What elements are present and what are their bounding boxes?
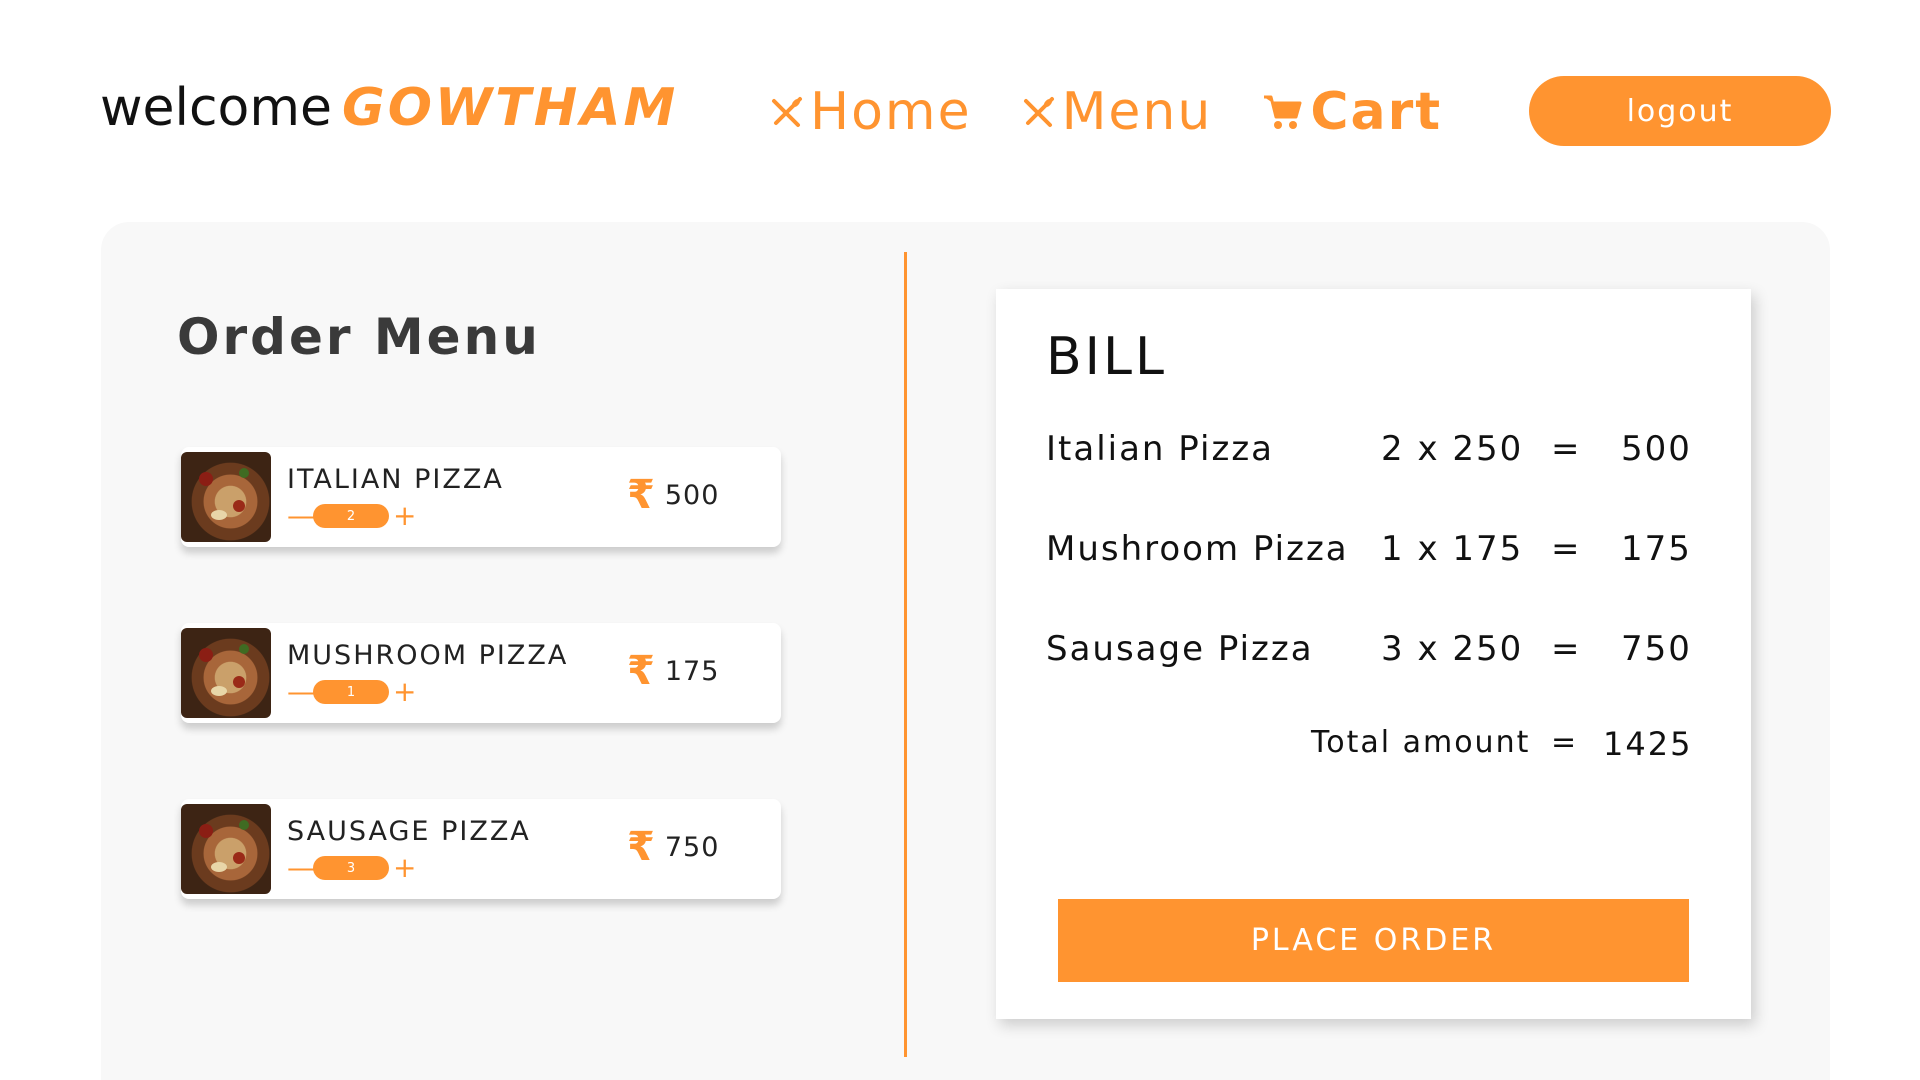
bill-total-row: Total amount = 1425 — [1046, 725, 1690, 775]
increase-quantity-button[interactable]: + — [393, 678, 416, 706]
bill-item-name: Italian Pizza — [1046, 429, 1275, 469]
quantity-value: 1 — [313, 680, 389, 704]
menu-item-name: SAUSAGE PIZZA — [287, 816, 531, 847]
bill-item-equals: = — [1551, 529, 1582, 569]
utensils-icon — [1023, 97, 1054, 127]
bill-row: Sausage Pizza 3 x 250 = 750 — [1046, 629, 1690, 679]
bill-item-qty: 1 x 175 — [1381, 529, 1524, 569]
total-equals: = — [1551, 725, 1579, 760]
rupee-icon: ₹ — [627, 824, 655, 870]
increase-quantity-button[interactable]: + — [393, 854, 416, 882]
bill-card: BILL Italian Pizza 2 x 250 = 500 Mushroo… — [996, 289, 1751, 1019]
cart-icon — [1264, 95, 1302, 129]
main-nav: Home Menu Cart — [770, 82, 1442, 142]
quantity-value: 2 — [313, 504, 389, 528]
nav-cart-label: Cart — [1310, 82, 1443, 142]
menu-item-sausage-pizza: SAUSAGE PIZZA — 3 + ₹ 750 — [181, 799, 781, 899]
bill-row: Italian Pizza 2 x 250 = 500 — [1046, 429, 1690, 479]
rupee-icon: ₹ — [627, 648, 655, 694]
menu-item-mushroom-pizza: MUSHROOM PIZZA — 1 + ₹ 175 — [181, 623, 781, 723]
bill-item-total: 500 — [1621, 429, 1692, 469]
logout-button[interactable]: logout — [1529, 76, 1831, 146]
quantity-stepper: — 1 + — [287, 678, 416, 706]
bill-item-equals: = — [1551, 429, 1582, 469]
content-panel: Order Menu ITALIAN PIZZA — 2 + ₹ 500 MUS… — [101, 222, 1830, 1080]
welcome-text: welcome — [100, 78, 333, 138]
nav-menu[interactable]: Menu — [1022, 82, 1213, 142]
nav-cart[interactable]: Cart — [1262, 82, 1442, 142]
decrease-quantity-button[interactable]: — — [287, 678, 315, 706]
total-amount-value: 1425 — [1603, 725, 1693, 763]
bill-title: BILL — [1046, 327, 1167, 387]
decrease-quantity-button[interactable]: — — [287, 502, 315, 530]
bill-row: Mushroom Pizza 1 x 175 = 175 — [1046, 529, 1690, 579]
quantity-stepper: — 2 + — [287, 502, 416, 530]
price-value: 500 — [664, 479, 720, 511]
place-order-button[interactable]: PLACE ORDER — [1058, 899, 1689, 982]
quantity-stepper: — 3 + — [287, 854, 416, 882]
nav-home-label: Home — [810, 82, 972, 142]
bill-item-name: Mushroom Pizza — [1046, 529, 1349, 569]
menu-item-name: ITALIAN PIZZA — [287, 464, 504, 495]
utensils-icon — [772, 97, 802, 127]
bill-item-total: 175 — [1621, 529, 1692, 569]
price-value: 175 — [664, 655, 720, 687]
menu-item-name: MUSHROOM PIZZA — [287, 640, 569, 671]
pizza-image — [181, 804, 271, 894]
username: GOWTHAM — [342, 78, 679, 138]
pizza-image — [181, 628, 271, 718]
rupee-icon: ₹ — [627, 472, 655, 518]
nav-home[interactable]: Home — [770, 82, 972, 142]
bill-item-equals: = — [1551, 629, 1582, 669]
quantity-value: 3 — [313, 856, 389, 880]
header: welcome GOWTHAM Home Menu Cart logout — [0, 0, 1920, 200]
welcome-message: welcome GOWTHAM — [100, 78, 678, 138]
nav-menu-label: Menu — [1061, 82, 1213, 142]
bill-item-total: 750 — [1621, 629, 1692, 669]
pizza-image — [181, 452, 271, 542]
menu-item-italian-pizza: ITALIAN PIZZA — 2 + ₹ 500 — [181, 447, 781, 547]
increase-quantity-button[interactable]: + — [393, 502, 416, 530]
menu-item-price: ₹ 175 — [627, 651, 719, 691]
bill-item-qty: 2 x 250 — [1381, 429, 1524, 469]
decrease-quantity-button[interactable]: — — [287, 854, 315, 882]
order-menu-title: Order Menu — [177, 308, 541, 366]
menu-item-price: ₹ 500 — [627, 475, 719, 515]
total-amount-label: Total amount — [1311, 725, 1531, 760]
bill-item-qty: 3 x 250 — [1381, 629, 1524, 669]
menu-item-price: ₹ 750 — [627, 827, 719, 867]
price-value: 750 — [664, 831, 720, 863]
vertical-divider — [904, 252, 907, 1057]
bill-item-name: Sausage Pizza — [1046, 629, 1314, 669]
